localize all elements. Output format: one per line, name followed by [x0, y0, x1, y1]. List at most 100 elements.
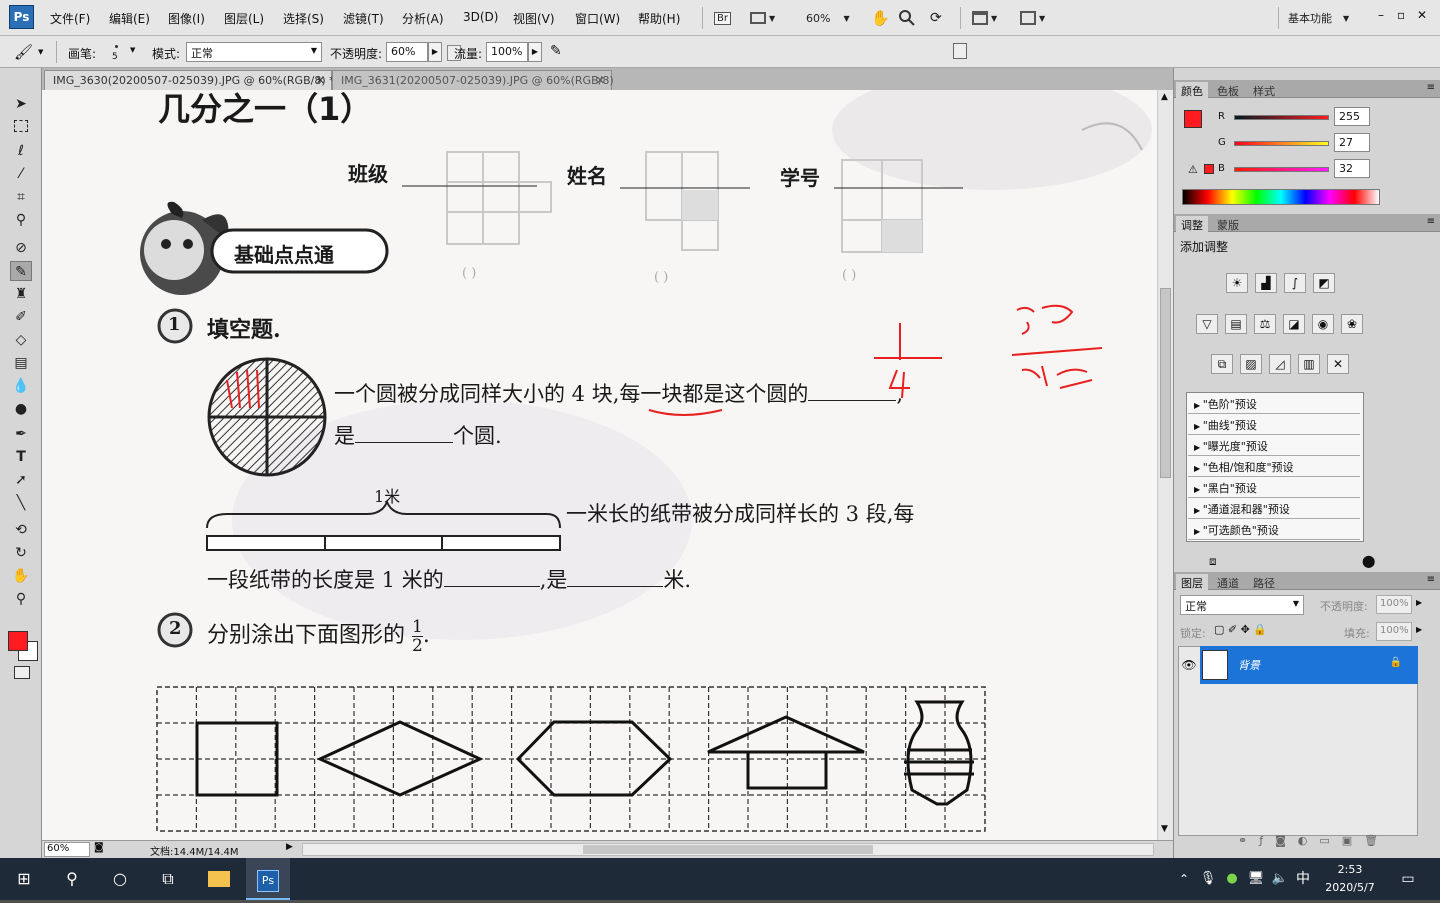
channel-mixer-icon[interactable]: ❀ [1341, 314, 1363, 334]
app-tray-icon[interactable]: ● [1220, 858, 1244, 900]
tab-img-3630[interactable]: IMG_3630(20200507-025039).JPG @ 60%(RGB/… [44, 70, 335, 90]
preset-channel-mixer[interactable]: ▶ "通道混和器"预设 [1188, 498, 1360, 519]
pen-tool-icon[interactable]: ✒ [10, 424, 32, 444]
file-explorer-icon[interactable] [196, 858, 242, 900]
history-brush-icon[interactable]: ✐ [10, 307, 32, 327]
scroll-up-icon[interactable]: ▲ [1161, 92, 1168, 102]
close-button[interactable]: ✕ [1417, 8, 1427, 22]
menu-filter[interactable]: 滤镜(T) [343, 10, 384, 27]
eyedropper-tool-icon[interactable]: ⚲ [10, 210, 32, 230]
brush-size-picker[interactable]: 5 ▼ [108, 42, 142, 64]
menu-3d[interactable]: 3D(D) [463, 10, 498, 24]
posterize-icon[interactable]: ▨ [1240, 354, 1262, 374]
flow-input[interactable]: 100% [486, 42, 528, 62]
tab-adjustments[interactable]: 调整 [1176, 216, 1208, 232]
fill-input[interactable]: 100% [1376, 622, 1412, 641]
menu-layer[interactable]: 图层(L) [224, 10, 264, 27]
g-slider[interactable] [1234, 141, 1329, 146]
3d-orbit-icon[interactable]: ↻ [10, 543, 32, 563]
microphone-icon[interactable]: 🎙 [1196, 858, 1220, 900]
hand-tool-icon[interactable]: ✋ [871, 8, 890, 28]
airbrush-icon[interactable]: ✎ [550, 43, 562, 59]
g-value-input[interactable]: 27 [1334, 133, 1370, 152]
invert-icon[interactable]: ⧉ [1211, 354, 1233, 374]
marquee-tool-icon[interactable] [10, 118, 32, 138]
opacity-arrow-icon[interactable]: ▶ [1416, 598, 1422, 607]
3d-rotate-icon[interactable]: ⟲ [10, 520, 32, 540]
zoom-dropdown[interactable]: 60% ▼ [806, 8, 850, 28]
vertical-scrollbar[interactable]: ▲ ▼ [1157, 90, 1173, 840]
layer-opacity-input[interactable]: 100% [1376, 595, 1412, 614]
mode-select[interactable]: 正常 ▼ [186, 42, 322, 62]
vibrance-icon[interactable]: ▽ [1196, 314, 1218, 334]
lock-pixels-icon[interactable]: ▢ ✐ ✥ 🔒 [1214, 623, 1267, 636]
scroll-down-icon[interactable]: ▼ [1161, 824, 1168, 834]
screen-mode-toggle[interactable]: ▼ [1020, 8, 1045, 28]
menu-image[interactable]: 图像(I) [168, 10, 205, 27]
clip-to-layer-icon[interactable]: ⧈ [1209, 554, 1217, 569]
layer-actions-bar[interactable]: ⚭ƒ◙◐▭▣🗑 [1238, 834, 1390, 847]
menu-window[interactable]: 窗口(W) [575, 10, 620, 27]
horizontal-scrollbar[interactable] [302, 843, 1154, 856]
b-value-input[interactable]: 32 [1334, 159, 1370, 178]
gamut-warning-icon[interactable]: ⚠ [1188, 163, 1198, 176]
close-tab-icon[interactable]: ✕ [596, 74, 605, 87]
tab-paths[interactable]: 路径 [1248, 574, 1280, 590]
zoom-tool-icon[interactable]: ⚲ [10, 589, 32, 609]
layer-background-row[interactable]: 背景 🔒 [1200, 646, 1418, 684]
flow-slider-button[interactable]: ▶ [528, 42, 542, 62]
zoom-tool-icon[interactable] [899, 8, 915, 28]
menu-help[interactable]: 帮助(H) [638, 10, 680, 27]
notifications-icon[interactable]: ▭ [1394, 858, 1422, 900]
menu-analysis[interactable]: 分析(A) [402, 10, 444, 27]
tab-swatches[interactable]: 色板 [1212, 82, 1244, 98]
preset-selective-color[interactable]: ▶ "可选颜色"预设 [1188, 519, 1360, 540]
tool-preset-picker[interactable]: 🖌 ▼ [10, 43, 48, 63]
tab-color[interactable]: 颜色 [1176, 82, 1208, 98]
zoom-field[interactable]: 60% [44, 842, 90, 857]
color-balance-icon[interactable]: ⚖ [1254, 314, 1276, 334]
photo-filter-icon[interactable]: ◉ [1312, 314, 1334, 334]
brightness-icon[interactable]: ☀ [1226, 273, 1248, 293]
tab-layers[interactable]: 图层 [1176, 574, 1208, 590]
opacity-slider-button[interactable]: ▶ [428, 42, 442, 62]
quick-select-tool-icon[interactable]: ⁄ [10, 164, 32, 184]
network-icon[interactable]: 🖥 [1244, 858, 1268, 900]
threshold-icon[interactable]: ◿ [1269, 354, 1291, 374]
eye-icon[interactable]: 👁 [1178, 646, 1200, 684]
fill-arrow-icon[interactable]: ▶ [1416, 625, 1422, 634]
lasso-tool-icon[interactable]: ℓ [10, 141, 32, 161]
color-spectrum-bar[interactable] [1182, 189, 1380, 205]
foreground-color-swatch-top[interactable] [8, 631, 28, 651]
clone-stamp-icon[interactable]: ♜ [10, 284, 32, 304]
preset-curves[interactable]: ▶ "曲线"预设 [1188, 414, 1360, 435]
status-menu-icon[interactable]: ▶ [286, 842, 293, 852]
document-canvas[interactable]: 几分之一（1） 班级 姓名 学号 ( ) ( ) ( ) 基础点点通 1 填空题… [42, 90, 1157, 840]
exposure-icon[interactable]: ◩ [1313, 273, 1335, 293]
tab-channels[interactable]: 通道 [1212, 574, 1244, 590]
screen-mode-button[interactable]: ▼ [750, 8, 775, 28]
brush-panel-icon[interactable] [953, 43, 967, 59]
blend-mode-select[interactable]: 正常 ▼ [1180, 595, 1304, 615]
brush-tool-icon[interactable]: ✎ [10, 261, 32, 281]
hand-tool-icon[interactable]: ✋ [10, 566, 32, 586]
scrollbar-thumb[interactable] [1160, 288, 1171, 478]
adjust-options-icon[interactable]: ⬤ [1362, 554, 1375, 568]
r-slider[interactable] [1234, 115, 1329, 120]
arrange-documents-button[interactable]: ▼ [972, 8, 997, 28]
cortana-icon[interactable]: ○ [96, 858, 144, 900]
gradient-map-icon[interactable]: ▥ [1298, 354, 1320, 374]
hue-saturation-icon[interactable]: ▤ [1225, 314, 1247, 334]
menu-view[interactable]: 视图(V) [513, 10, 555, 27]
search-icon[interactable]: ⚲ [48, 858, 96, 900]
clock[interactable]: 2:53 2020/5/7 [1318, 858, 1382, 900]
eraser-tool-icon[interactable]: ◇ [10, 330, 32, 350]
levels-icon[interactable]: ▟ [1255, 273, 1277, 293]
tab-img-3631[interactable]: IMG_3631(20200507-025039).JPG @ 60%(RGB/… [332, 70, 614, 90]
preset-black-white[interactable]: ▶ "黑白"预设 [1188, 477, 1360, 498]
menu-edit[interactable]: 编辑(E) [109, 10, 150, 27]
move-tool-icon[interactable]: ➤ [10, 94, 32, 114]
status-info-icon[interactable]: ◙ [94, 842, 104, 853]
preset-hue-saturation[interactable]: ▶ "色相/饱和度"预设 [1188, 456, 1360, 477]
tab-styles[interactable]: 样式 [1248, 82, 1280, 98]
